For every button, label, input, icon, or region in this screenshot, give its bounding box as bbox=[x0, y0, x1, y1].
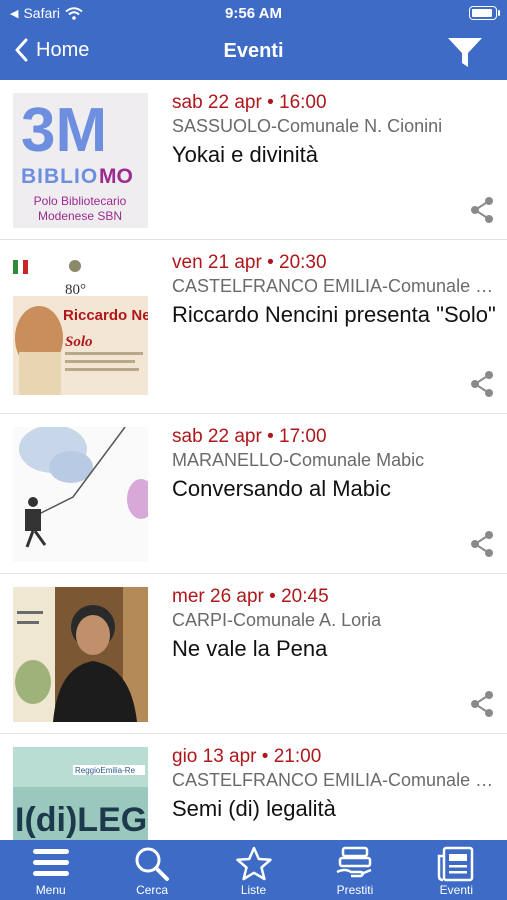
news-icon bbox=[438, 846, 474, 882]
svg-text:Modenese SBN: Modenese SBN bbox=[38, 209, 122, 223]
svg-text:Polo Bibliotecario: Polo Bibliotecario bbox=[34, 194, 127, 208]
battery-icon bbox=[469, 6, 500, 20]
event-place: SASSUOLO-Comunale N. Cionini bbox=[172, 116, 443, 136]
author-photo bbox=[13, 587, 148, 722]
svg-text:ReggioEmilia-Re: ReggioEmilia-Re bbox=[75, 766, 136, 775]
event-date: sab 22 apr • 17:00 bbox=[172, 426, 327, 447]
event-text: ven 21 apr • 20:30 CASTELFRANCO EMILIA-C… bbox=[172, 252, 497, 330]
menu-icon bbox=[32, 849, 69, 876]
share-icon[interactable] bbox=[469, 690, 495, 718]
share-icon[interactable] bbox=[469, 530, 495, 558]
event-place: CASTELFRANCO EMILIA-Comunale Lea Garofal… bbox=[172, 770, 497, 790]
chevron-left-icon bbox=[15, 38, 28, 62]
status-bar: ◀ Safari 9:56 AM bbox=[0, 0, 507, 28]
share-icon[interactable] bbox=[469, 370, 495, 398]
tab-label: Liste bbox=[240, 883, 267, 897]
event-item[interactable]: sab 22 apr • 17:00 MARANELLO-Comunale Ma… bbox=[0, 414, 507, 574]
event-text: gio 13 apr • 21:00 CASTELFRANCO EMILIA-C… bbox=[172, 746, 497, 824]
tab-label: Menu bbox=[35, 883, 66, 897]
event-thumbnail: 3M BIBLIO MO Polo Bibliotecario Modenese… bbox=[13, 93, 148, 228]
tab-bar: Menu Cerca Liste Prestiti Eventi bbox=[0, 840, 507, 900]
event-text: mer 26 apr • 20:45 CARPI-Comunale A. Lor… bbox=[172, 586, 497, 664]
back-button[interactable]: Home bbox=[14, 38, 89, 62]
event-date: gio 13 apr • 21:00 bbox=[172, 746, 322, 767]
svg-text:80°: 80° bbox=[65, 282, 86, 298]
filter-icon[interactable] bbox=[447, 36, 483, 70]
event-title: Riccardo Nencini presenta "Solo" bbox=[172, 302, 496, 327]
bibliomo-logo: 3M BIBLIO MO Polo Bibliotecario Modenese… bbox=[21, 96, 133, 223]
event-thumbnail bbox=[13, 427, 148, 562]
event-list: 3M BIBLIO MO Polo Bibliotecario Modenese… bbox=[0, 80, 507, 840]
svg-text:BIBLIO: BIBLIO bbox=[21, 165, 98, 188]
event-title: Ne vale la Pena bbox=[172, 636, 328, 661]
event-date: mer 26 apr • 20:45 bbox=[172, 586, 329, 607]
loans-icon bbox=[336, 846, 372, 878]
event-title: Conversando al Mabic bbox=[172, 476, 391, 501]
tab-label: Prestiti bbox=[336, 883, 374, 897]
nencini-poster: 80° Riccardo Ne Solo bbox=[13, 260, 148, 395]
tab-search[interactable]: Cerca bbox=[101, 840, 202, 900]
status-time: 9:56 AM bbox=[225, 5, 282, 22]
share-icon[interactable] bbox=[469, 196, 495, 224]
svg-text:Solo: Solo bbox=[65, 334, 93, 350]
event-title: Semi (di) legalità bbox=[172, 796, 336, 821]
tab-events[interactable]: Eventi bbox=[406, 840, 507, 900]
event-text: sab 22 apr • 17:00 MARANELLO-Comunale Ma… bbox=[172, 426, 497, 504]
event-place: MARANELLO-Comunale Mabic bbox=[172, 450, 425, 470]
tab-loans[interactable]: Prestiti bbox=[304, 840, 405, 900]
tab-menu[interactable]: Menu bbox=[0, 840, 101, 900]
top-bar: ◀ Safari 9:56 AM Home Eventi bbox=[0, 0, 507, 80]
tab-label: Eventi bbox=[439, 883, 473, 897]
event-place: CARPI-Comunale A. Loria bbox=[172, 610, 382, 630]
event-thumbnail: ReggioEmilia-Re I(di)LEGAI bbox=[13, 747, 148, 840]
legalita-poster: ReggioEmilia-Re I(di)LEGAI bbox=[13, 747, 148, 839]
back-label: Home bbox=[36, 38, 90, 61]
event-thumbnail: 80° Riccardo Ne Solo bbox=[13, 260, 148, 395]
event-item[interactable]: mer 26 apr • 20:45 CARPI-Comunale A. Lor… bbox=[0, 574, 507, 734]
event-item[interactable]: ReggioEmilia-Re I(di)LEGAI gio 13 apr • … bbox=[0, 734, 507, 840]
svg-text:Riccardo Ne: Riccardo Ne bbox=[63, 307, 148, 324]
search-icon bbox=[135, 847, 170, 881]
svg-text:MO: MO bbox=[99, 165, 133, 188]
event-date: sab 22 apr • 16:00 bbox=[172, 92, 327, 113]
mabic-illustration bbox=[19, 427, 148, 548]
event-place: CASTELFRANCO EMILIA-Comunale Lea Garofal… bbox=[172, 276, 497, 296]
event-item[interactable]: 80° Riccardo Ne Solo ven 21 apr • 20:30 … bbox=[0, 240, 507, 414]
event-text: sab 22 apr • 16:00 SASSUOLO-Comunale N. … bbox=[172, 92, 497, 170]
event-item[interactable]: 3M BIBLIO MO Polo Bibliotecario Modenese… bbox=[0, 80, 507, 240]
svg-text:I(di)LEGAI: I(di)LEGAI bbox=[15, 801, 148, 839]
star-icon bbox=[235, 846, 272, 881]
nav-bar: Home Eventi bbox=[0, 28, 507, 80]
tab-label: Cerca bbox=[136, 883, 169, 897]
event-date: ven 21 apr • 20:30 bbox=[172, 252, 327, 273]
event-title: Yokai e divinità bbox=[172, 142, 318, 167]
event-thumbnail bbox=[13, 587, 148, 722]
tab-lists[interactable]: Liste bbox=[203, 840, 304, 900]
